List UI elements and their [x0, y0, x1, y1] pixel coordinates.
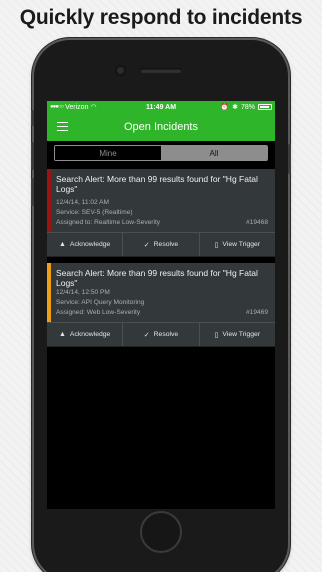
acknowledge-label: Acknowledge	[69, 241, 111, 248]
severity-indicator	[47, 263, 51, 322]
view-trigger-button[interactable]: ▯ View Trigger	[198, 323, 275, 346]
segment-all[interactable]: All	[161, 146, 267, 160]
acknowledge-button[interactable]: ▲ Acknowledge	[47, 323, 122, 346]
incident-assignee: Assigned: Web Low-Severity	[56, 309, 141, 316]
resolve-label: Resolve	[153, 241, 179, 248]
incident-filter-segment: Mine All	[54, 145, 268, 161]
incident-actions: ▲ Acknowledge ✓ Resolve ▯ View Trigger	[47, 322, 275, 346]
resolve-button[interactable]: ✓ Resolve	[122, 323, 198, 346]
front-camera	[116, 66, 125, 75]
headline: Quickly respond to incidents	[19, 6, 303, 29]
checkmark-icon: ✓	[143, 241, 150, 249]
alarm-icon: ⏰	[220, 104, 230, 111]
phone-frame: ●●●○○ Verizon ◠ 11:49 AM ⏰ ✱ 78% Open In…	[31, 40, 291, 572]
warning-triangle-icon: ▲	[58, 241, 66, 248]
menu-icon[interactable]	[57, 122, 68, 131]
incident-assignee: Assigned to: Realtime Low-Severity	[56, 219, 161, 226]
earpiece-speaker	[140, 68, 182, 73]
incident-timestamp: 12/4/14, 11:02 AM	[56, 199, 110, 206]
power-button	[288, 144, 291, 174]
incident-card[interactable]: Search Alert: More than 99 results found…	[47, 169, 275, 257]
battery-icon	[258, 104, 272, 110]
resolve-button[interactable]: ✓ Resolve	[122, 233, 198, 256]
acknowledge-button[interactable]: ▲ Acknowledge	[47, 233, 122, 256]
checkmark-icon: ✓	[143, 331, 150, 339]
incident-card[interactable]: Search Alert: More than 99 results found…	[47, 263, 275, 347]
app-store-screenshot: Quickly respond to incidents ●●●○○ Veriz…	[0, 0, 322, 572]
view-trigger-label: View Trigger	[222, 241, 261, 248]
volume-down-button	[31, 178, 34, 206]
incident-title: Search Alert: More than 99 results found…	[56, 174, 258, 194]
bluetooth-icon: ✱	[232, 104, 238, 111]
segment-mine[interactable]: Mine	[55, 146, 161, 160]
home-button[interactable]	[140, 511, 182, 553]
volume-up-button	[31, 142, 34, 170]
incident-title: Search Alert: More than 99 results found…	[56, 268, 258, 288]
incident-actions: ▲ Acknowledge ✓ Resolve ▯ View Trigger	[47, 232, 275, 256]
page-title: Open Incidents	[124, 121, 198, 133]
warning-triangle-icon: ▲	[58, 331, 66, 338]
incident-service: Service: API Query Monitoring	[56, 299, 145, 306]
document-icon: ▯	[214, 331, 219, 339]
incident-service: Service: SEV-5 (Realtime)	[56, 209, 133, 216]
resolve-label: Resolve	[153, 331, 179, 338]
incident-number: #19469	[245, 309, 268, 316]
view-trigger-label: View Trigger	[222, 331, 261, 338]
mute-switch	[31, 110, 34, 126]
severity-indicator	[47, 169, 51, 232]
app-screen: ●●●○○ Verizon ◠ 11:49 AM ⏰ ✱ 78% Open In…	[47, 101, 275, 509]
incident-number: #19468	[245, 219, 268, 226]
nav-bar: Open Incidents	[47, 113, 275, 141]
view-trigger-button[interactable]: ▯ View Trigger	[198, 233, 275, 256]
battery-percent: 78%	[240, 103, 255, 111]
incident-timestamp: 12/4/14, 12:50 PM	[56, 289, 110, 296]
status-bar: ●●●○○ Verizon ◠ 11:49 AM ⏰ ✱ 78%	[47, 101, 275, 113]
document-icon: ▯	[214, 241, 219, 249]
acknowledge-label: Acknowledge	[69, 331, 111, 338]
